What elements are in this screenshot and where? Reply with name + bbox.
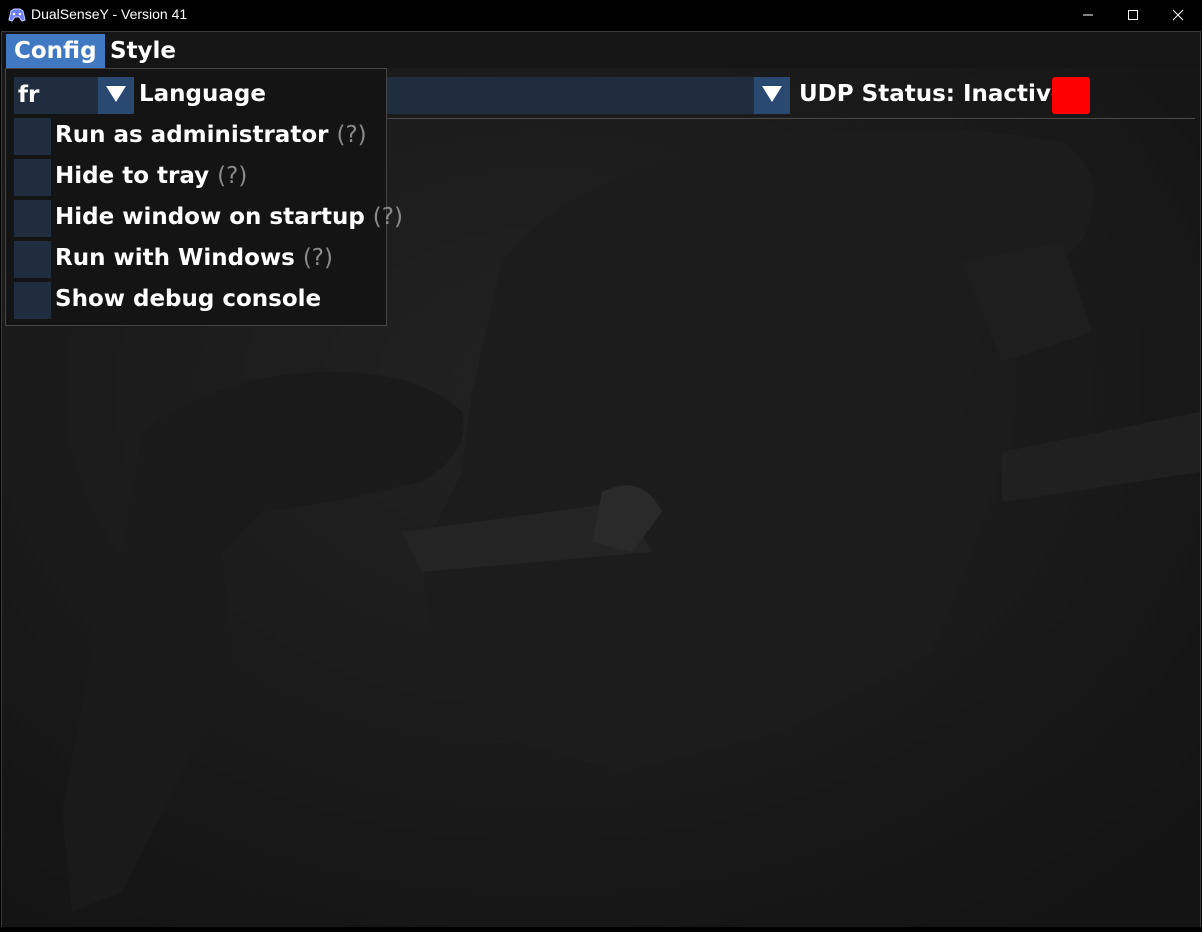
window-title: DualSenseY - Version 41 — [31, 6, 188, 22]
bottom-edge — [0, 927, 1202, 932]
title-bar: DualSenseY - Version 41 — [0, 0, 1202, 31]
option-label: Hide window on startup — [55, 204, 365, 230]
close-button[interactable] — [1155, 0, 1201, 31]
triangle-down-icon — [105, 85, 127, 107]
menu-style[interactable]: Style — [102, 34, 184, 68]
option-label: Run as administrator — [55, 122, 329, 148]
minimize-icon — [1082, 6, 1094, 25]
controller-select-arrow[interactable] — [754, 77, 790, 114]
help-marker[interactable]: (?) — [217, 163, 247, 189]
triangle-down-icon — [761, 85, 783, 107]
checkbox[interactable] — [14, 159, 51, 196]
option-label: Show debug console — [55, 286, 322, 312]
maximize-icon — [1127, 6, 1139, 25]
maximize-button[interactable] — [1110, 0, 1156, 31]
config-dropdown: fr Language Run as administrator (?) Hide… — [5, 68, 403, 326]
option-label: Hide to tray — [55, 163, 210, 189]
udp-status-label: UDP Status: Inactive — [799, 81, 1067, 107]
language-label: Language — [139, 81, 266, 107]
help-marker[interactable]: (?) — [373, 204, 403, 230]
menu-bar: Config Style — [2, 32, 1200, 68]
language-select[interactable]: fr — [14, 77, 98, 114]
help-marker[interactable]: (?) — [303, 245, 333, 271]
option-label: Run with Windows — [55, 245, 295, 271]
language-select-arrow[interactable] — [98, 77, 134, 114]
help-marker[interactable]: (?) — [336, 122, 366, 148]
checkbox[interactable] — [14, 118, 51, 155]
checkbox[interactable] — [14, 241, 51, 278]
checkbox[interactable] — [14, 282, 51, 319]
minimize-button[interactable] — [1065, 0, 1111, 31]
separator — [387, 118, 1195, 119]
checkbox[interactable] — [14, 200, 51, 237]
close-icon — [1172, 6, 1184, 25]
menu-config[interactable]: Config — [6, 34, 105, 68]
app-client-area: Config Style UDP Status: Inactive fr Lan… — [1, 31, 1201, 929]
udp-status-indicator — [1052, 77, 1090, 114]
gamepad-app-icon — [8, 7, 26, 23]
